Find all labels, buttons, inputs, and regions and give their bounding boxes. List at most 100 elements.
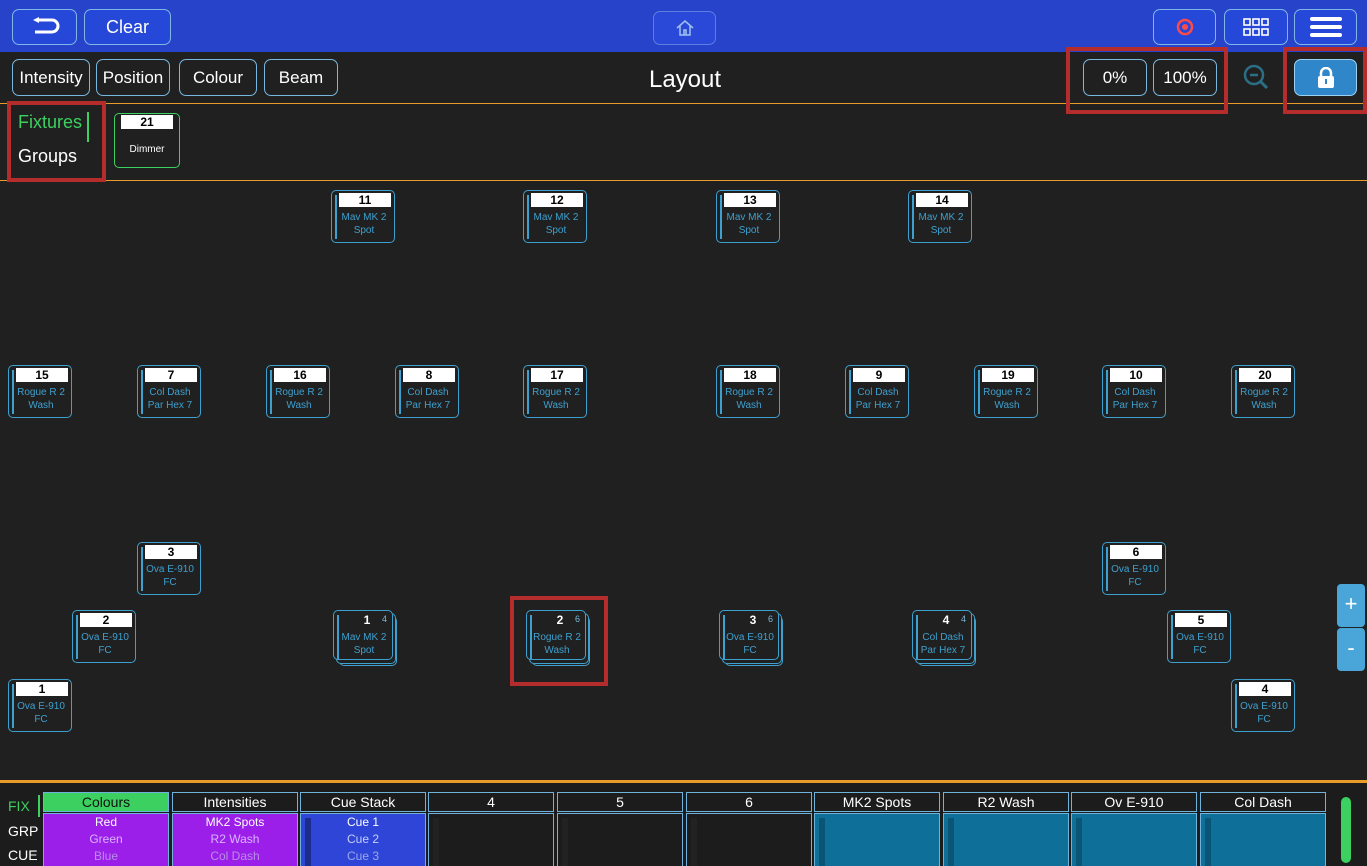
grid-icon <box>1243 18 1269 36</box>
playback-fader[interactable] <box>562 818 568 866</box>
playback-mk2-spots[interactable]: MK2 Spots <box>814 792 940 866</box>
colour-button[interactable]: Colour <box>179 59 257 96</box>
dimmer-fixture-tile[interactable]: 21 Dimmer <box>114 113 180 168</box>
fixture-tile[interactable]: 11 Mav MK 2 Spot <box>331 190 397 245</box>
beam-button[interactable]: Beam <box>264 59 338 96</box>
cue-mode-label[interactable]: CUE <box>8 847 38 863</box>
fixture-number: 6 <box>1110 545 1162 559</box>
zoom-out-icon <box>1243 64 1269 90</box>
fixture-tile[interactable]: 2 Ova E-910 FC <box>72 610 138 665</box>
fixture-tile[interactable]: 6 Ova E-910 FC <box>1102 542 1168 597</box>
playback-fader[interactable] <box>948 818 954 866</box>
fixture-tile[interactable]: 16 Rogue R 2 Wash <box>266 365 332 420</box>
fixture-tile[interactable]: 17 Rogue R 2 Wash <box>523 365 589 420</box>
fixture-tile[interactable]: 18 Rogue R 2 Wash <box>716 365 782 420</box>
playback-title: Cue Stack <box>300 792 426 812</box>
intensity-button[interactable]: Intensity <box>12 59 90 96</box>
fixture-type: Col Dash <box>1114 387 1156 398</box>
home-button[interactable] <box>653 11 716 45</box>
fixture-tile[interactable]: 15 Rogue R 2 Wash <box>8 365 74 420</box>
fixture-mode: FC <box>163 577 177 588</box>
group-count: 6 <box>767 614 773 624</box>
fixture-number: 16 <box>274 368 326 382</box>
group-type: Col Dash <box>922 632 964 643</box>
fixture-tile[interactable]: 20 Rogue R 2 Wash <box>1231 365 1297 420</box>
fixture-tile[interactable]: 7 Col Dash Par Hex 7 <box>137 365 203 420</box>
fixture-type: Rogue R 2 <box>275 387 323 398</box>
fixture-tile[interactable]: 14 Mav MK 2 Spot <box>908 190 974 245</box>
fixture-number: 15 <box>16 368 68 382</box>
fixture-tile[interactable]: 10 Col Dash Par Hex 7 <box>1102 365 1168 420</box>
fix-mode-label[interactable]: FIX <box>8 798 30 814</box>
playback-intensities[interactable]: Intensities MK2 Spots R2 Wash Col Dash <box>172 792 298 866</box>
record-button[interactable] <box>1153 9 1216 45</box>
fixture-tile[interactable]: 1 Ova E-910 FC <box>8 679 74 734</box>
fixture-layout-canvas: 11 Mav MK 2 Spot 12 Mav MK 2 Spot 13 Mav MK 2… <box>0 182 1367 780</box>
fixture-type: Rogue R 2 <box>17 387 65 398</box>
fixture-number: 3 <box>145 545 197 559</box>
group-mode: Par Hex 7 <box>920 645 966 656</box>
hamburger-menu-icon <box>1309 17 1342 37</box>
grid-view-button[interactable] <box>1224 9 1288 45</box>
fixture-tile[interactable]: 12 Mav MK 2 Spot <box>523 190 589 245</box>
highlight-box <box>1283 47 1367 114</box>
clear-button[interactable]: Clear <box>84 9 171 45</box>
playback-cue-stack[interactable]: Cue Stack Cue 1 Cue 2 Cue 3 <box>300 792 426 866</box>
playback-5[interactable]: 5 <box>557 792 683 866</box>
playback-bar: FIX GRP CUE Colours Red Green Blue Inten… <box>0 780 1367 866</box>
highlight-box <box>1066 47 1228 114</box>
record-icon <box>1176 18 1193 36</box>
playback-fader[interactable] <box>691 818 697 866</box>
fixture-tile[interactable]: 5 Ova E-910 FC <box>1167 610 1233 665</box>
fixture-mode: Par Hex 7 <box>855 400 901 411</box>
fixture-mode: FC <box>34 714 48 725</box>
fixture-number: 10 <box>1110 368 1162 382</box>
playback-fader[interactable] <box>819 818 825 866</box>
zoom-out-button[interactable] <box>1237 59 1277 96</box>
playback-col-dash[interactable]: Col Dash <box>1200 792 1326 866</box>
group-count: 4 <box>960 614 966 624</box>
playback-fader[interactable] <box>1205 818 1211 866</box>
fixture-type: Ova E-910 <box>17 701 65 712</box>
zoom-in-button[interactable]: + <box>1337 584 1365 627</box>
group-tile[interactable]: 1 4 Mav MK 2 Spot <box>333 610 399 666</box>
fixture-number: 1 <box>16 682 68 696</box>
menu-button[interactable] <box>1294 9 1357 45</box>
fixture-tile[interactable]: 8 Col Dash Par Hex 7 <box>395 365 461 420</box>
fixture-tile[interactable]: 13 Mav MK 2 Spot <box>716 190 782 245</box>
fixture-mode: Wash <box>543 400 569 411</box>
fixture-mode: Wash <box>994 400 1020 411</box>
playback-r2-wash[interactable]: R2 Wash <box>943 792 1069 866</box>
fixture-tile[interactable]: 4 Ova E-910 FC <box>1231 679 1297 734</box>
back-button[interactable] <box>12 9 77 45</box>
fixture-mode: Par Hex 7 <box>405 400 451 411</box>
fixture-tile[interactable]: 9 Col Dash Par Hex 7 <box>845 365 911 420</box>
playback-4[interactable]: 4 <box>428 792 554 866</box>
group-tile[interactable]: 3 6 Ova E-910 FC <box>719 610 785 666</box>
fixture-type: Ova E-910 <box>146 564 194 575</box>
fixture-type: Mav MK 2 <box>533 212 579 223</box>
fixture-mode: FC <box>1257 714 1271 725</box>
playback-6[interactable]: 6 <box>686 792 812 866</box>
fixture-number: 12 <box>531 193 583 207</box>
playback-ov-e910[interactable]: Ov E-910 <box>1071 792 1197 866</box>
group-tile[interactable]: 4 4 Col Dash Par Hex 7 <box>912 610 978 666</box>
position-button[interactable]: Position <box>96 59 170 96</box>
fixture-number: 19 <box>982 368 1034 382</box>
fixture-tile[interactable]: 19 Rogue R 2 Wash <box>974 365 1040 420</box>
playback-line: Cue 2 <box>346 832 380 846</box>
fixture-type: Ova E-910 <box>1111 564 1159 575</box>
fixture-type: Mav MK 2 <box>918 212 964 223</box>
group-count: 4 <box>381 614 387 624</box>
playback-fader[interactable] <box>1076 818 1082 866</box>
fixture-type: Ova E-910 <box>1176 632 1224 643</box>
grp-mode-label[interactable]: GRP <box>8 823 38 839</box>
fixture-mode: Spot <box>930 225 952 236</box>
fixture-number: 7 <box>145 368 197 382</box>
playback-colours[interactable]: Colours Red Green Blue <box>43 792 169 866</box>
zoom-out-side-button[interactable]: - <box>1337 628 1365 671</box>
fixture-tile[interactable]: 3 Ova E-910 FC <box>137 542 203 597</box>
master-fader[interactable] <box>1341 797 1351 863</box>
fixture-type: Rogue R 2 <box>725 387 773 398</box>
playback-fader[interactable] <box>433 818 439 866</box>
